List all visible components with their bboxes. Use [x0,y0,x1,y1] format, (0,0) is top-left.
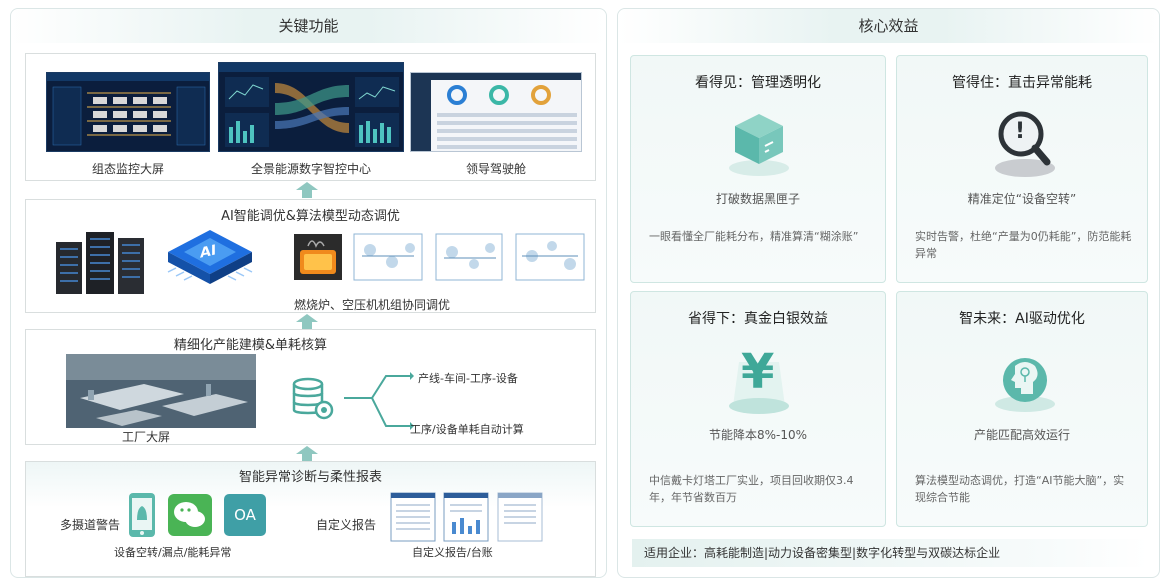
benefit-card-ai-future: 智未来：AI驱动优化 产能匹配高效运行 算法模型动态调优，打造“AI节能大脑”，… [896,291,1148,527]
core-benefits-title: 核心效益 [618,9,1159,43]
benefit-card-title: 省得下：真金白银效益 [688,311,828,327]
ai-tuning-section: AI智能调优&算法模型动态调优 AI 燃烧炉、空压机机组协同调优 [25,199,596,313]
capacity-modeling-section: 精细化产能建模&单耗核算 工厂大屏 产线-车间-工序-设备 工序/设备单耗自动计… [25,329,596,445]
scada-screen-caption: 组态监控大屏 [91,162,164,176]
report-thumbnails[interactable] [390,492,544,542]
alert-glyph: ! [1015,119,1026,144]
branch-connector [344,372,414,430]
multi-channel-alert-label: 多摄道警告 [60,518,121,532]
server-rack-icon [56,232,144,294]
ai-brain-icon [985,342,1065,416]
benefit-card-title: 智未来：AI驱动优化 [959,311,1085,327]
yen-icon: ¥ [719,342,799,416]
core-benefits-panel: 核心效益 看得见：管理透明化 打破数据黑匣子 一眼看懂全厂能耗分布，精准算清“糊… [617,8,1160,578]
ai-chip-label: AI [200,242,217,262]
box-icon [719,106,799,180]
furnace-icon [294,234,342,280]
benefit-card-title: 看得见：管理透明化 [695,75,821,91]
benefit-card-description: 实时告警，杜绝“产量为0仍耗能”，防范能耗异常 [915,230,1132,260]
database-icon [292,377,334,420]
factory-screen-caption: 工厂大屏 [122,430,171,444]
benefit-card-title: 管得住：直击异常能耗 [952,75,1092,91]
benefit-card-description: 一眼看懂全厂能耗分布，精准算清“糊涂账” [649,230,859,243]
ai-chip-icon: AI [162,224,258,300]
branch-bottom-label: 工序/设备单耗自动计算 [410,423,524,436]
cockpit-screen-caption: 领导驾驶舱 [465,162,526,176]
benefit-card-subtitle: 精准定位“设备空转” [967,192,1077,206]
monitoring-screens-section: 组态监控大屏 全景能源数字智控中心 领导驾驶舱 [25,53,596,181]
benefit-card-description: 中信戴卡灯塔工厂实业，项目回收期仅3.4年，年节省数百万 [649,474,854,504]
energy-center-screen-caption: 全景能源数字智控中心 [250,162,371,176]
report-caption: 自定义报告/台账 [412,546,493,559]
energy-center-screen-thumbnail[interactable] [218,62,404,152]
alert-types-caption: 设备空转/漏点/能耗异常 [114,546,232,559]
benefit-card-subtitle: 打破数据黑匣子 [715,192,800,206]
applicable-industries-footer: 适用企业：高耗能制造|动力设备密集型|数字化转型与双碳达标企业 [632,539,1148,567]
branch-top-label: 产线-车间-工序-设备 [418,372,518,385]
compressor-flow-diagram [353,233,585,281]
benefit-card-subtitle: 产能匹配高效运行 [973,428,1070,442]
benefit-card-subtitle: 节能降本8%-10% [708,428,808,442]
yen-glyph: ¥ [741,344,775,400]
capacity-modeling-title: 精细化产能建模&单耗核算 [173,338,328,353]
oa-icon: OA [224,494,266,536]
benefit-card-visibility: 看得见：管理透明化 打破数据黑匣子 一眼看懂全厂能耗分布，精准算清“糊涂账” [630,55,886,283]
benefit-card-description: 算法模型动态调优，打造“AI节能大脑”，实现综合节能 [915,474,1125,504]
custom-report-label: 自定义报告 [316,518,377,532]
alert-magnifier-icon: ! [985,106,1065,180]
wechat-icon [168,494,212,536]
scada-screen-thumbnail[interactable] [46,72,210,152]
key-features-title: 关键功能 [11,9,606,43]
ai-tuning-caption: 燃烧炉、空压机机组协同调优 [294,298,451,312]
phone-alert-icon [129,493,155,537]
key-features-panel: 关键功能 组态监控大屏 全景能源数字智控中心 领导驾驶舱 AI智能调优&算法模型… [10,8,607,578]
benefit-card-control: 管得住：直击异常能耗 ! 精准定位“设备空转” 实时告警，杜绝“产量为0仍耗能”… [896,55,1148,283]
factory-screen-thumbnail[interactable] [66,354,256,428]
anomaly-diagnosis-title: 智能异常诊断与柔性报表 [238,470,382,485]
anomaly-diagnosis-section: 智能异常诊断与柔性报表 多摄道警告 OA 设备空转/漏点/能耗异常 自定义报告 [25,461,596,577]
cockpit-screen-thumbnail[interactable] [410,72,582,152]
benefit-card-savings: 省得下：真金白银效益 ¥ 节能降本8%-10% 中信戴卡灯塔工厂实业，项目回收期… [630,291,886,527]
ai-tuning-title: AI智能调优&算法模型动态调优 [221,209,400,224]
